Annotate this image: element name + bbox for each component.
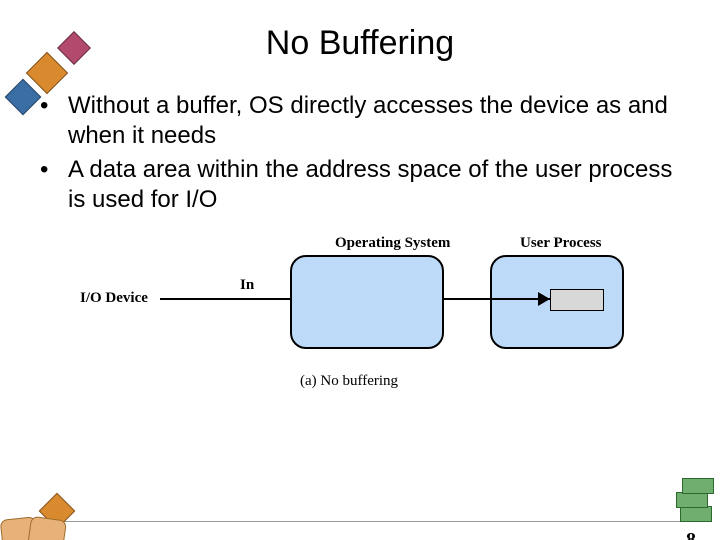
diagram-label-user-process: User Process bbox=[520, 235, 602, 252]
decorative-cubes-top-left bbox=[4, 28, 114, 118]
bullet-list: • Without a buffer, OS directly accesses… bbox=[40, 91, 680, 215]
bullet-dot-icon: • bbox=[40, 155, 68, 215]
cube-icon bbox=[5, 79, 42, 116]
bullet-text: A data area within the address space of … bbox=[68, 155, 680, 215]
diagram-caption: (a) No buffering bbox=[300, 373, 398, 390]
diagram-label-io-device: I/O Device bbox=[80, 290, 148, 307]
buffering-diagram: Operating System User Process I/O Device… bbox=[80, 235, 640, 395]
diagram-line bbox=[160, 298, 290, 300]
diagram-line bbox=[442, 298, 550, 300]
diagram-label-in: In bbox=[240, 277, 254, 294]
diagram-data-area-rect bbox=[550, 289, 604, 311]
decorative-footer bbox=[0, 484, 720, 540]
cube-icon bbox=[57, 31, 91, 65]
footer-divider bbox=[60, 521, 700, 523]
diagram-os-box bbox=[290, 255, 444, 349]
arrow-right-icon bbox=[538, 292, 550, 306]
bullet-item: • A data area within the address space o… bbox=[40, 155, 680, 215]
block-icon bbox=[676, 492, 708, 508]
bullet-text: Without a buffer, OS directly accesses t… bbox=[68, 91, 680, 151]
diagram-label-os: Operating System bbox=[335, 235, 450, 252]
page-number: 8 bbox=[686, 529, 696, 540]
block-icon bbox=[682, 478, 714, 494]
block-icon bbox=[680, 506, 712, 522]
bullet-item: • Without a buffer, OS directly accesses… bbox=[40, 91, 680, 151]
decorative-blocks-bottom-right bbox=[674, 462, 714, 522]
hand-icon bbox=[25, 516, 67, 540]
